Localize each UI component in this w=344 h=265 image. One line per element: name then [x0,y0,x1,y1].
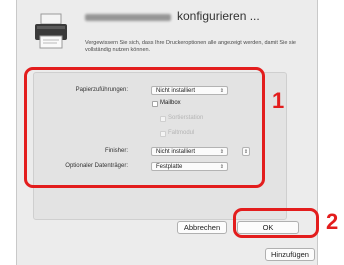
cancel-button[interactable]: Abbrechen [177,221,227,234]
options-highlight [24,67,265,188]
callout-number-2: 2 [326,209,339,234]
printer-name-redacted [85,14,171,21]
ok-highlight [233,208,319,238]
dialog-description: Vergewissern Sie sich, dass Ihre Drucker… [85,40,296,53]
add-button[interactable]: Hinzufügen [265,248,315,261]
dialog-title: konfigurieren ... [177,9,260,23]
printer-icon [35,13,67,49]
callout-number-1: 1 [272,88,285,113]
